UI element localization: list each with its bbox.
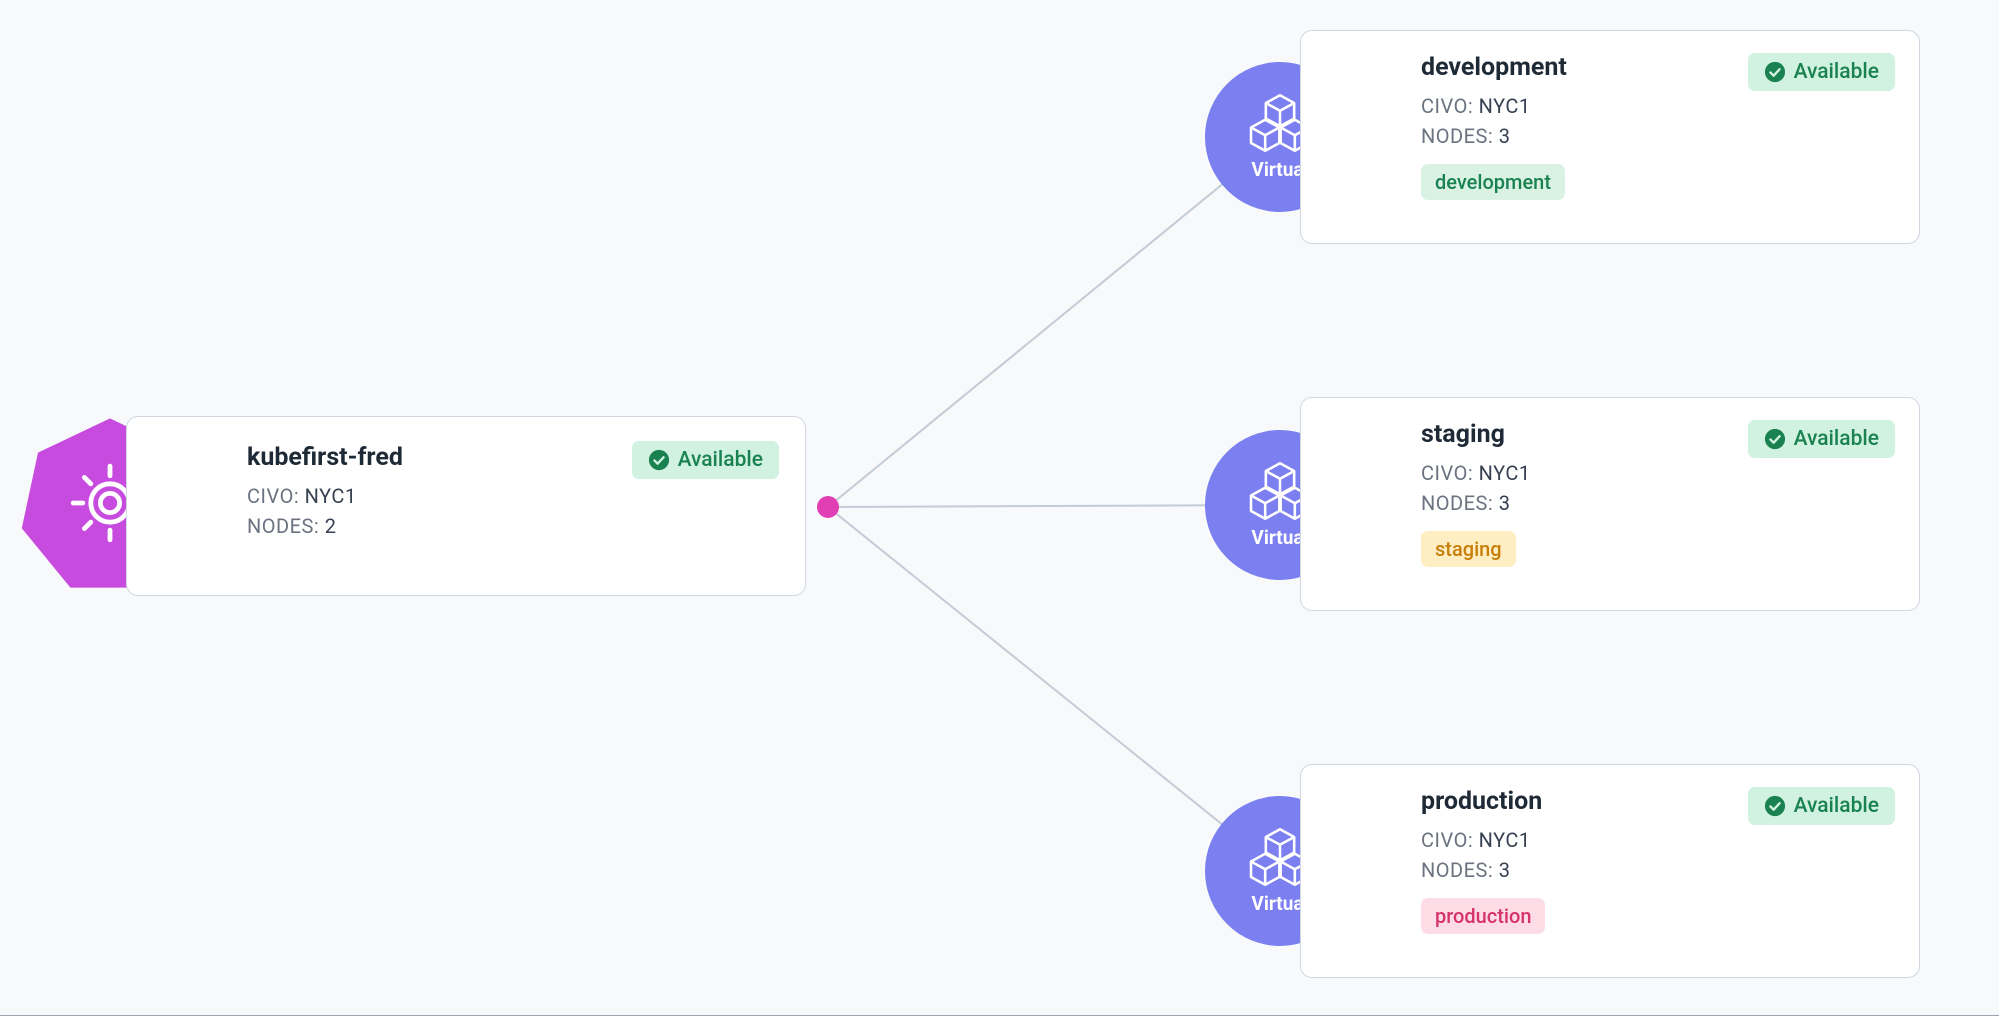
root-cluster-card[interactable]: kubefirst-fred CIVO: NYC1 NODES: 2 Avail… [126,416,806,596]
root-provider-value: NYC1 [305,484,357,508]
status-text: Available [1794,60,1879,84]
check-circle-icon [1764,61,1786,83]
nodes-row: NODES: 3 [1421,124,1893,148]
root-provider-label: CIVO: [247,484,299,508]
nodes-value: 3 [1499,491,1511,515]
root-nodes-label: NODES: [247,514,319,538]
cluster-topology-canvas: kubefirst-fred CIVO: NYC1 NODES: 2 Avail… [0,0,1999,1015]
check-circle-icon [1764,795,1786,817]
root-provider-row: CIVO: NYC1 [247,484,777,508]
env-tag-production: production [1421,898,1545,934]
check-circle-icon [648,449,670,471]
check-circle-icon [1764,428,1786,450]
provider-label: CIVO: [1421,828,1473,852]
provider-label: CIVO: [1421,94,1473,118]
root-status-badge: Available [632,441,779,479]
nodes-value: 3 [1499,858,1511,882]
provider-row: CIVO: NYC1 [1421,94,1893,118]
status-text: Available [1794,427,1879,451]
root-nodes-row: NODES: 2 [247,514,777,538]
nodes-label: NODES: [1421,491,1493,515]
root-nodes-value: 2 [325,514,337,538]
env-tag-development: development [1421,164,1565,200]
root-status-text: Available [678,448,763,472]
nodes-row: NODES: 3 [1421,491,1893,515]
status-badge: Available [1748,420,1895,458]
provider-row: CIVO: NYC1 [1421,461,1893,485]
provider-row: CIVO: NYC1 [1421,828,1893,852]
nodes-label: NODES: [1421,124,1493,148]
connection-hub-dot [817,496,839,518]
status-badge: Available [1748,53,1895,91]
env-tag-staging: staging [1421,531,1516,567]
cluster-card-staging[interactable]: staging CIVO: NYC1 NODES: 3 staging Avai… [1300,397,1920,611]
nodes-row: NODES: 3 [1421,858,1893,882]
nodes-value: 3 [1499,124,1511,148]
provider-value: NYC1 [1479,94,1531,118]
provider-value: NYC1 [1479,461,1531,485]
cluster-card-production[interactable]: production CIVO: NYC1 NODES: 3 productio… [1300,764,1920,978]
nodes-label: NODES: [1421,858,1493,882]
status-text: Available [1794,794,1879,818]
provider-label: CIVO: [1421,461,1473,485]
cluster-card-development[interactable]: development CIVO: NYC1 NODES: 3 developm… [1300,30,1920,244]
provider-value: NYC1 [1479,828,1531,852]
status-badge: Available [1748,787,1895,825]
